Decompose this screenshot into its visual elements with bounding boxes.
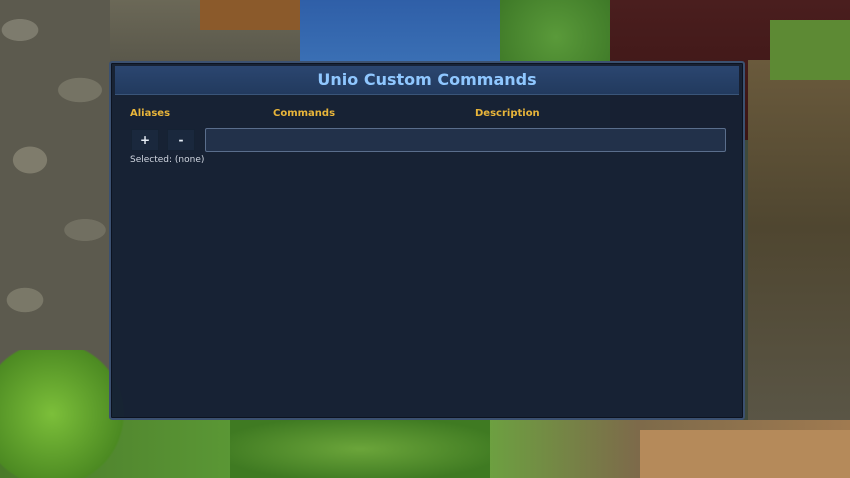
dirt-path bbox=[640, 430, 850, 478]
title-bar: Unio Custom Commands bbox=[115, 66, 739, 95]
add-alias-button[interactable]: + bbox=[131, 129, 159, 151]
remove-alias-button[interactable]: - bbox=[167, 129, 195, 151]
custom-commands-window: Unio Custom Commands Aliases Commands De… bbox=[109, 61, 745, 420]
cliff bbox=[748, 60, 850, 478]
selected-status: Selected: (none) bbox=[130, 155, 205, 165]
column-header-commands: Commands bbox=[273, 108, 336, 119]
dirt-block bbox=[200, 0, 300, 30]
bush bbox=[230, 420, 490, 478]
column-header-description: Description bbox=[475, 108, 540, 119]
command-input[interactable] bbox=[205, 128, 726, 152]
window-title: Unio Custom Commands bbox=[317, 70, 537, 89]
column-header-aliases: Aliases bbox=[130, 108, 171, 119]
grass-block bbox=[770, 20, 850, 80]
